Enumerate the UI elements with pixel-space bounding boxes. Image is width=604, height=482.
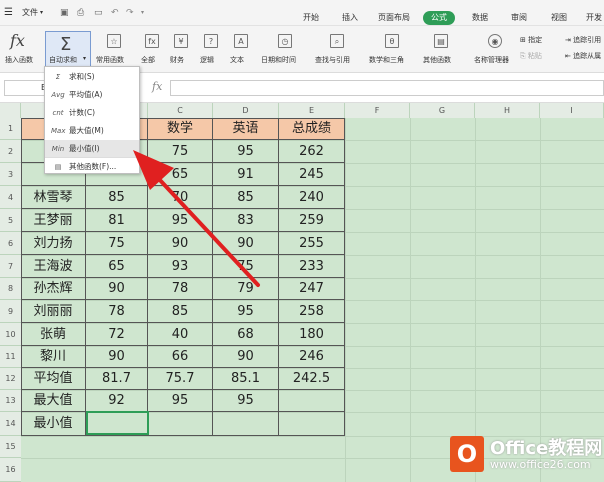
watermark-brand: Office教程网	[490, 438, 603, 459]
watermark: O Office教程网 www.office26.com	[450, 430, 604, 478]
office-logo-icon: O	[450, 436, 484, 472]
watermark-url: www.office26.com	[490, 458, 591, 471]
red-arrow-annotation	[133, 150, 260, 287]
